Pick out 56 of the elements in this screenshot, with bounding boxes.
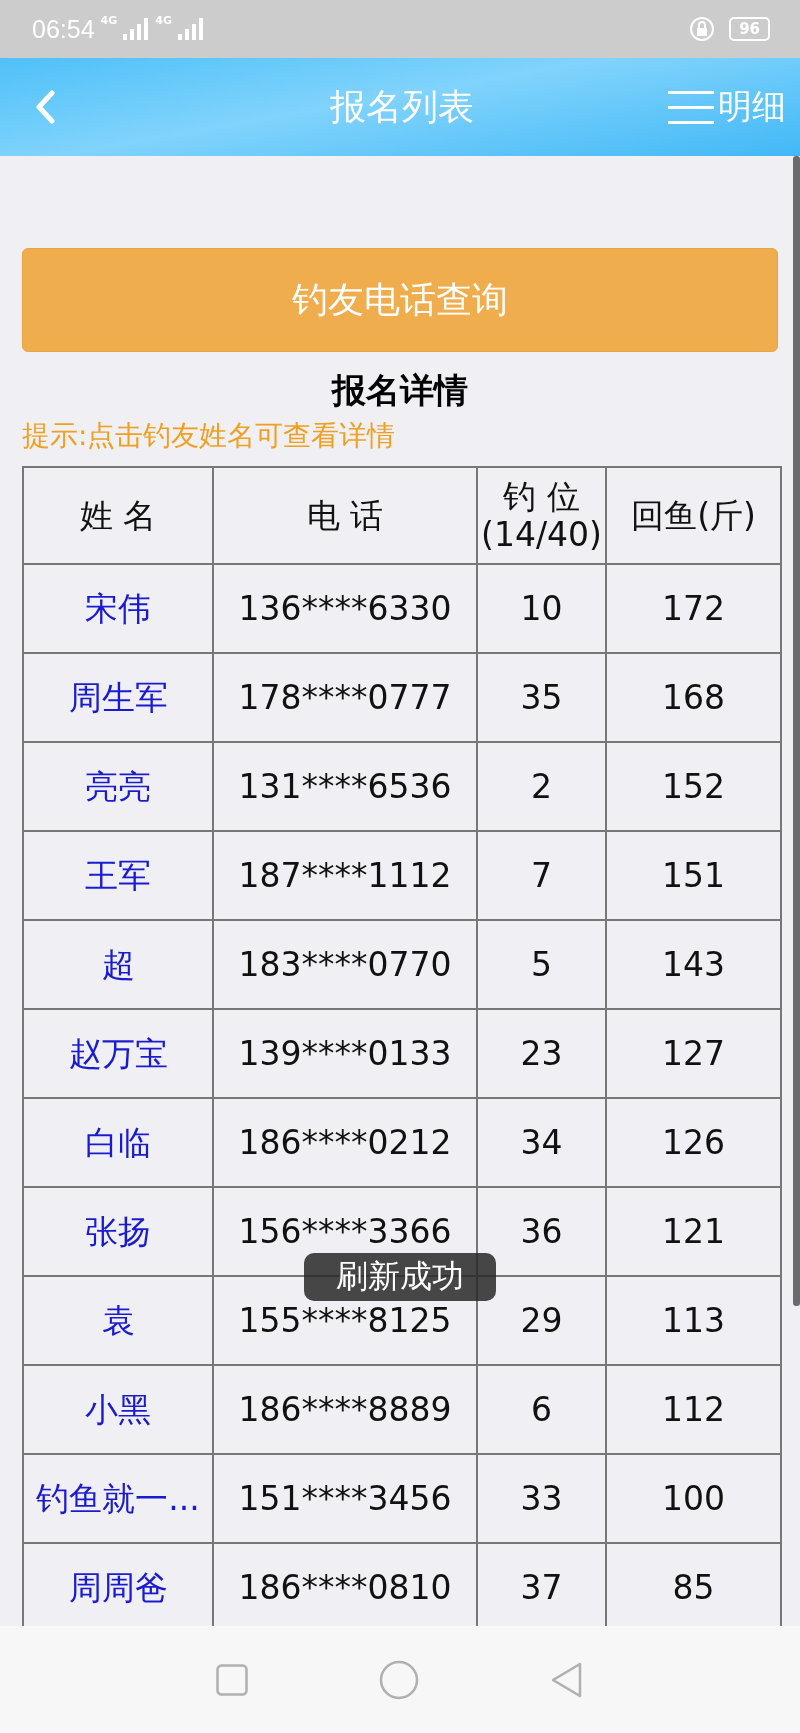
page-title: 报名列表: [329, 84, 475, 129]
catch-cell: 152: [607, 743, 782, 832]
phone-cell: 131****6536: [214, 743, 478, 832]
catch-cell: 113: [607, 1277, 782, 1366]
seat-cell: 33: [478, 1455, 607, 1544]
angler-name-link[interactable]: 小黑: [85, 1390, 151, 1429]
signal-icon: [123, 18, 150, 40]
column-header: 姓 名: [24, 468, 214, 565]
seat-cell: 6: [478, 1366, 607, 1455]
angler-name-link[interactable]: 周周爸: [68, 1568, 168, 1607]
seat-cell: 7: [478, 832, 607, 921]
phone-cell: 183****0770: [214, 921, 478, 1010]
catch-cell: 168: [607, 654, 782, 743]
angler-name-link[interactable]: 超: [101, 945, 135, 984]
catch-cell: 112: [607, 1366, 782, 1455]
back-icon[interactable]: [34, 90, 56, 124]
catch-cell: 121: [607, 1188, 782, 1277]
catch-cell: 100: [607, 1455, 782, 1544]
menu-icon: [668, 90, 714, 124]
column-header: 回鱼(斤): [607, 468, 782, 565]
column-header: 钓 位 (14/40): [478, 468, 607, 565]
section-title: 报名详情: [330, 369, 469, 412]
seat-cell: 35: [478, 654, 607, 743]
phone-cell: 139****0133: [214, 1010, 478, 1099]
seat-cell: 23: [478, 1010, 607, 1099]
rotation-lock-icon: [689, 16, 716, 42]
catch-cell: 127: [607, 1010, 782, 1099]
seat-cell: 2: [478, 743, 607, 832]
hint-text: 提示:点击钓友姓名可查看详情: [22, 418, 397, 454]
seat-cell: 5: [478, 921, 607, 1010]
catch-cell: 143: [607, 921, 782, 1010]
toast-message: 刷新成功: [304, 1253, 496, 1301]
angler-name-link[interactable]: 袁: [101, 1301, 135, 1340]
recents-icon[interactable]: [215, 1663, 248, 1696]
catch-cell: 172: [607, 565, 782, 654]
catch-cell: 151: [607, 832, 782, 921]
phone-cell: 151****3456: [214, 1455, 478, 1544]
seat-cell: 34: [478, 1099, 607, 1188]
angler-name-link[interactable]: 宋伟: [85, 589, 151, 628]
phone-cell: 187****1112: [214, 832, 478, 921]
phone-cell: 186****0212: [214, 1099, 478, 1188]
phone-cell: 178****0777: [214, 654, 478, 743]
angler-name-link[interactable]: 王军: [85, 856, 151, 895]
home-icon[interactable]: [379, 1659, 419, 1700]
signal-icon: [177, 18, 204, 40]
angler-name-link[interactable]: 亮亮: [85, 767, 151, 806]
angler-name-link[interactable]: 张扬: [85, 1212, 151, 1251]
catch-cell: 126: [607, 1099, 782, 1188]
angler-name-link[interactable]: 白临: [85, 1123, 151, 1162]
phone-cell: 186****8889: [214, 1366, 478, 1455]
angler-name-link[interactable]: 赵万宝: [68, 1034, 168, 1073]
seat-cell: 10: [478, 565, 607, 654]
column-header: 电 话: [214, 468, 478, 565]
phone-cell: 136****6330: [214, 565, 478, 654]
angler-name-link[interactable]: 钓鱼就一...: [36, 1479, 200, 1518]
angler-name-link[interactable]: 周生军: [68, 678, 168, 717]
